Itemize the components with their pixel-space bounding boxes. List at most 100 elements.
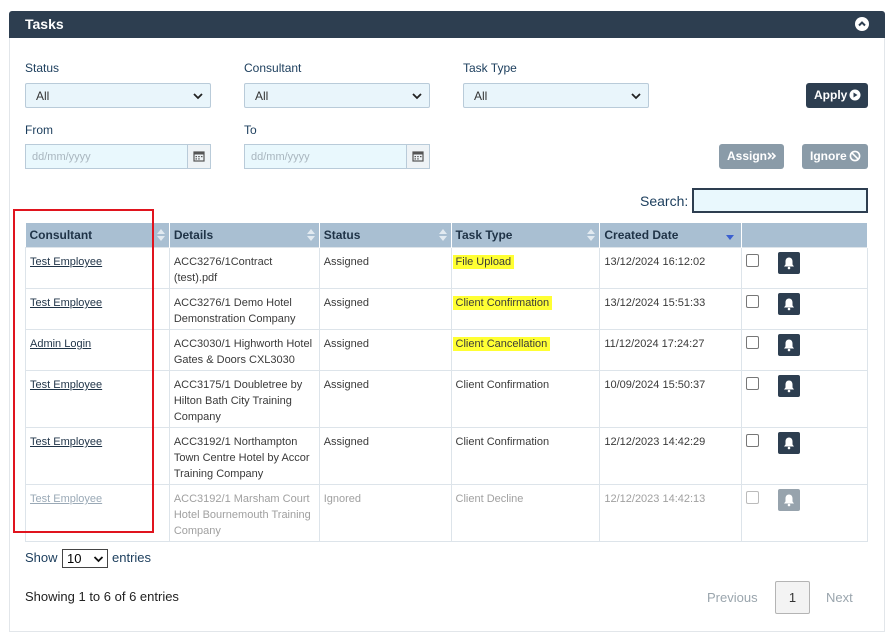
column-header-label: Details xyxy=(173,228,214,242)
status-cell: Assigned xyxy=(318,427,452,485)
details-cell: ACC3030/1 Highworth Hotel Gates & Doors … xyxy=(168,329,320,371)
status-filter-select[interactable]: All xyxy=(25,83,211,108)
created-date-cell: 11/12/2024 17:24:27 xyxy=(599,329,743,371)
task-type-cell: Client Cancellation xyxy=(450,329,601,371)
bell-icon xyxy=(784,339,795,352)
column-header-consultant[interactable]: Consultant xyxy=(25,223,170,248)
actions-cell xyxy=(741,427,868,485)
chevron-down-icon xyxy=(93,556,104,563)
consultant-link[interactable]: Test Employee xyxy=(30,379,102,391)
panel-header: Tasks xyxy=(9,11,885,38)
table-header-row: Consultant Details Status Task Type Crea… xyxy=(25,223,868,248)
to-date-input[interactable]: dd/mm/yyyy xyxy=(244,144,430,169)
task-type-cell: Client Confirmation xyxy=(450,288,601,330)
table-row: Admin Login ACC3030/1 Highworth Hotel Ga… xyxy=(25,329,868,371)
consultant-link[interactable]: Test Employee xyxy=(30,256,102,268)
notify-button[interactable] xyxy=(778,252,801,274)
details-cell: ACC3175/1 Doubletree by Hilton Bath City… xyxy=(168,370,320,428)
table-row: Test Employee ACC3192/1 Marsham Court Ho… xyxy=(25,484,868,542)
from-date-input[interactable]: dd/mm/yyyy xyxy=(25,144,211,169)
page-button-current[interactable]: 1 xyxy=(775,581,810,614)
collapse-button[interactable] xyxy=(855,17,869,31)
sort-icon xyxy=(438,229,447,241)
bell-icon xyxy=(784,380,795,393)
panel-title: Tasks xyxy=(25,16,64,32)
calendar-icon xyxy=(193,151,205,162)
task-type-cell: Client Confirmation xyxy=(450,427,601,485)
consultant-filter-select[interactable]: All xyxy=(244,83,430,108)
to-calendar-button[interactable] xyxy=(406,145,429,168)
bell-icon xyxy=(784,494,795,507)
play-circle-icon xyxy=(849,89,861,101)
column-header-status[interactable]: Status xyxy=(319,223,452,248)
from-date-label: From xyxy=(25,123,53,137)
created-date-cell: 10/09/2024 15:50:37 xyxy=(599,370,743,428)
tasks-table: Consultant Details Status Task Type Crea… xyxy=(25,223,868,542)
notify-button[interactable] xyxy=(778,432,801,454)
previous-page-button[interactable]: Previous xyxy=(707,590,758,605)
consultant-link[interactable]: Test Employee xyxy=(30,493,102,505)
notify-button[interactable] xyxy=(778,334,801,356)
consultant-filter-value: All xyxy=(255,89,269,103)
column-header-task-type[interactable]: Task Type xyxy=(451,223,601,248)
created-date-cell: 13/12/2024 15:51:33 xyxy=(599,288,743,330)
status-cell: Assigned xyxy=(318,288,452,330)
column-header-label: Status xyxy=(323,228,361,242)
search-label: Search: xyxy=(640,193,689,209)
notify-button[interactable] xyxy=(778,489,801,511)
consultant-link[interactable]: Test Employee xyxy=(30,436,102,448)
actions-cell xyxy=(741,370,868,428)
assign-button-label: Assign xyxy=(727,149,768,163)
task-type-filter-select[interactable]: All xyxy=(463,83,649,108)
to-date-placeholder: dd/mm/yyyy xyxy=(251,151,310,163)
calendar-icon xyxy=(412,151,424,162)
task-type-highlight: Client Cancellation xyxy=(452,337,551,351)
row-checkbox[interactable] xyxy=(746,295,760,308)
task-type-cell: Client Decline xyxy=(450,484,601,542)
column-header-label: Created Date xyxy=(604,228,679,242)
row-checkbox[interactable] xyxy=(746,434,760,447)
apply-button[interactable]: Apply xyxy=(806,83,868,108)
row-checkbox[interactable] xyxy=(746,336,760,349)
details-cell: ACC3276/1 Demo Hotel Demonstration Compa… xyxy=(168,288,320,330)
page-length-select[interactable]: 10 xyxy=(62,549,108,568)
row-checkbox[interactable] xyxy=(746,491,760,504)
details-cell: ACC3192/1 Marsham Court Hotel Bournemout… xyxy=(168,484,320,542)
column-header-label: Consultant xyxy=(29,228,93,242)
status-cell: Ignored xyxy=(318,484,452,542)
sort-desc-icon xyxy=(726,235,735,240)
ban-icon xyxy=(849,150,861,162)
notify-button[interactable] xyxy=(778,375,801,397)
column-header-actions xyxy=(741,223,868,248)
from-calendar-button[interactable] xyxy=(187,145,210,168)
consultant-link[interactable]: Test Employee xyxy=(30,297,102,309)
status-filter-value: All xyxy=(36,89,50,103)
table-row: Test Employee ACC3276/1 Demo Hotel Demon… xyxy=(25,288,868,330)
actions-cell xyxy=(741,484,868,542)
column-header-label: Task Type xyxy=(455,228,513,242)
consultant-link[interactable]: Admin Login xyxy=(30,338,91,350)
status-cell: Assigned xyxy=(318,247,452,289)
row-checkbox[interactable] xyxy=(746,377,760,390)
actions-cell xyxy=(741,247,868,289)
column-header-details[interactable]: Details xyxy=(169,223,320,248)
sort-icon xyxy=(156,229,165,241)
notify-button[interactable] xyxy=(778,293,801,315)
table-info: Showing 1 to 6 of 6 entries xyxy=(25,589,179,604)
ignore-button[interactable]: Ignore xyxy=(802,144,868,169)
created-date-cell: 12/12/2023 14:42:29 xyxy=(599,427,743,485)
apply-button-label: Apply xyxy=(814,88,848,102)
actions-cell xyxy=(741,329,868,371)
chevron-down-icon xyxy=(193,93,203,100)
next-page-button[interactable]: Next xyxy=(826,590,853,605)
bell-icon xyxy=(784,437,795,450)
task-type-highlight: File Upload xyxy=(452,255,515,269)
actions-cell xyxy=(741,288,868,330)
column-header-created-date[interactable]: Created Date xyxy=(599,223,743,248)
created-date-cell: 13/12/2024 16:12:02 xyxy=(599,247,743,289)
details-cell: ACC3192/1 Northampton Town Centre Hotel … xyxy=(168,427,320,485)
entries-label: entries xyxy=(112,550,152,565)
row-checkbox[interactable] xyxy=(746,254,760,267)
assign-button[interactable]: Assign xyxy=(719,144,784,169)
search-input[interactable] xyxy=(692,188,868,213)
